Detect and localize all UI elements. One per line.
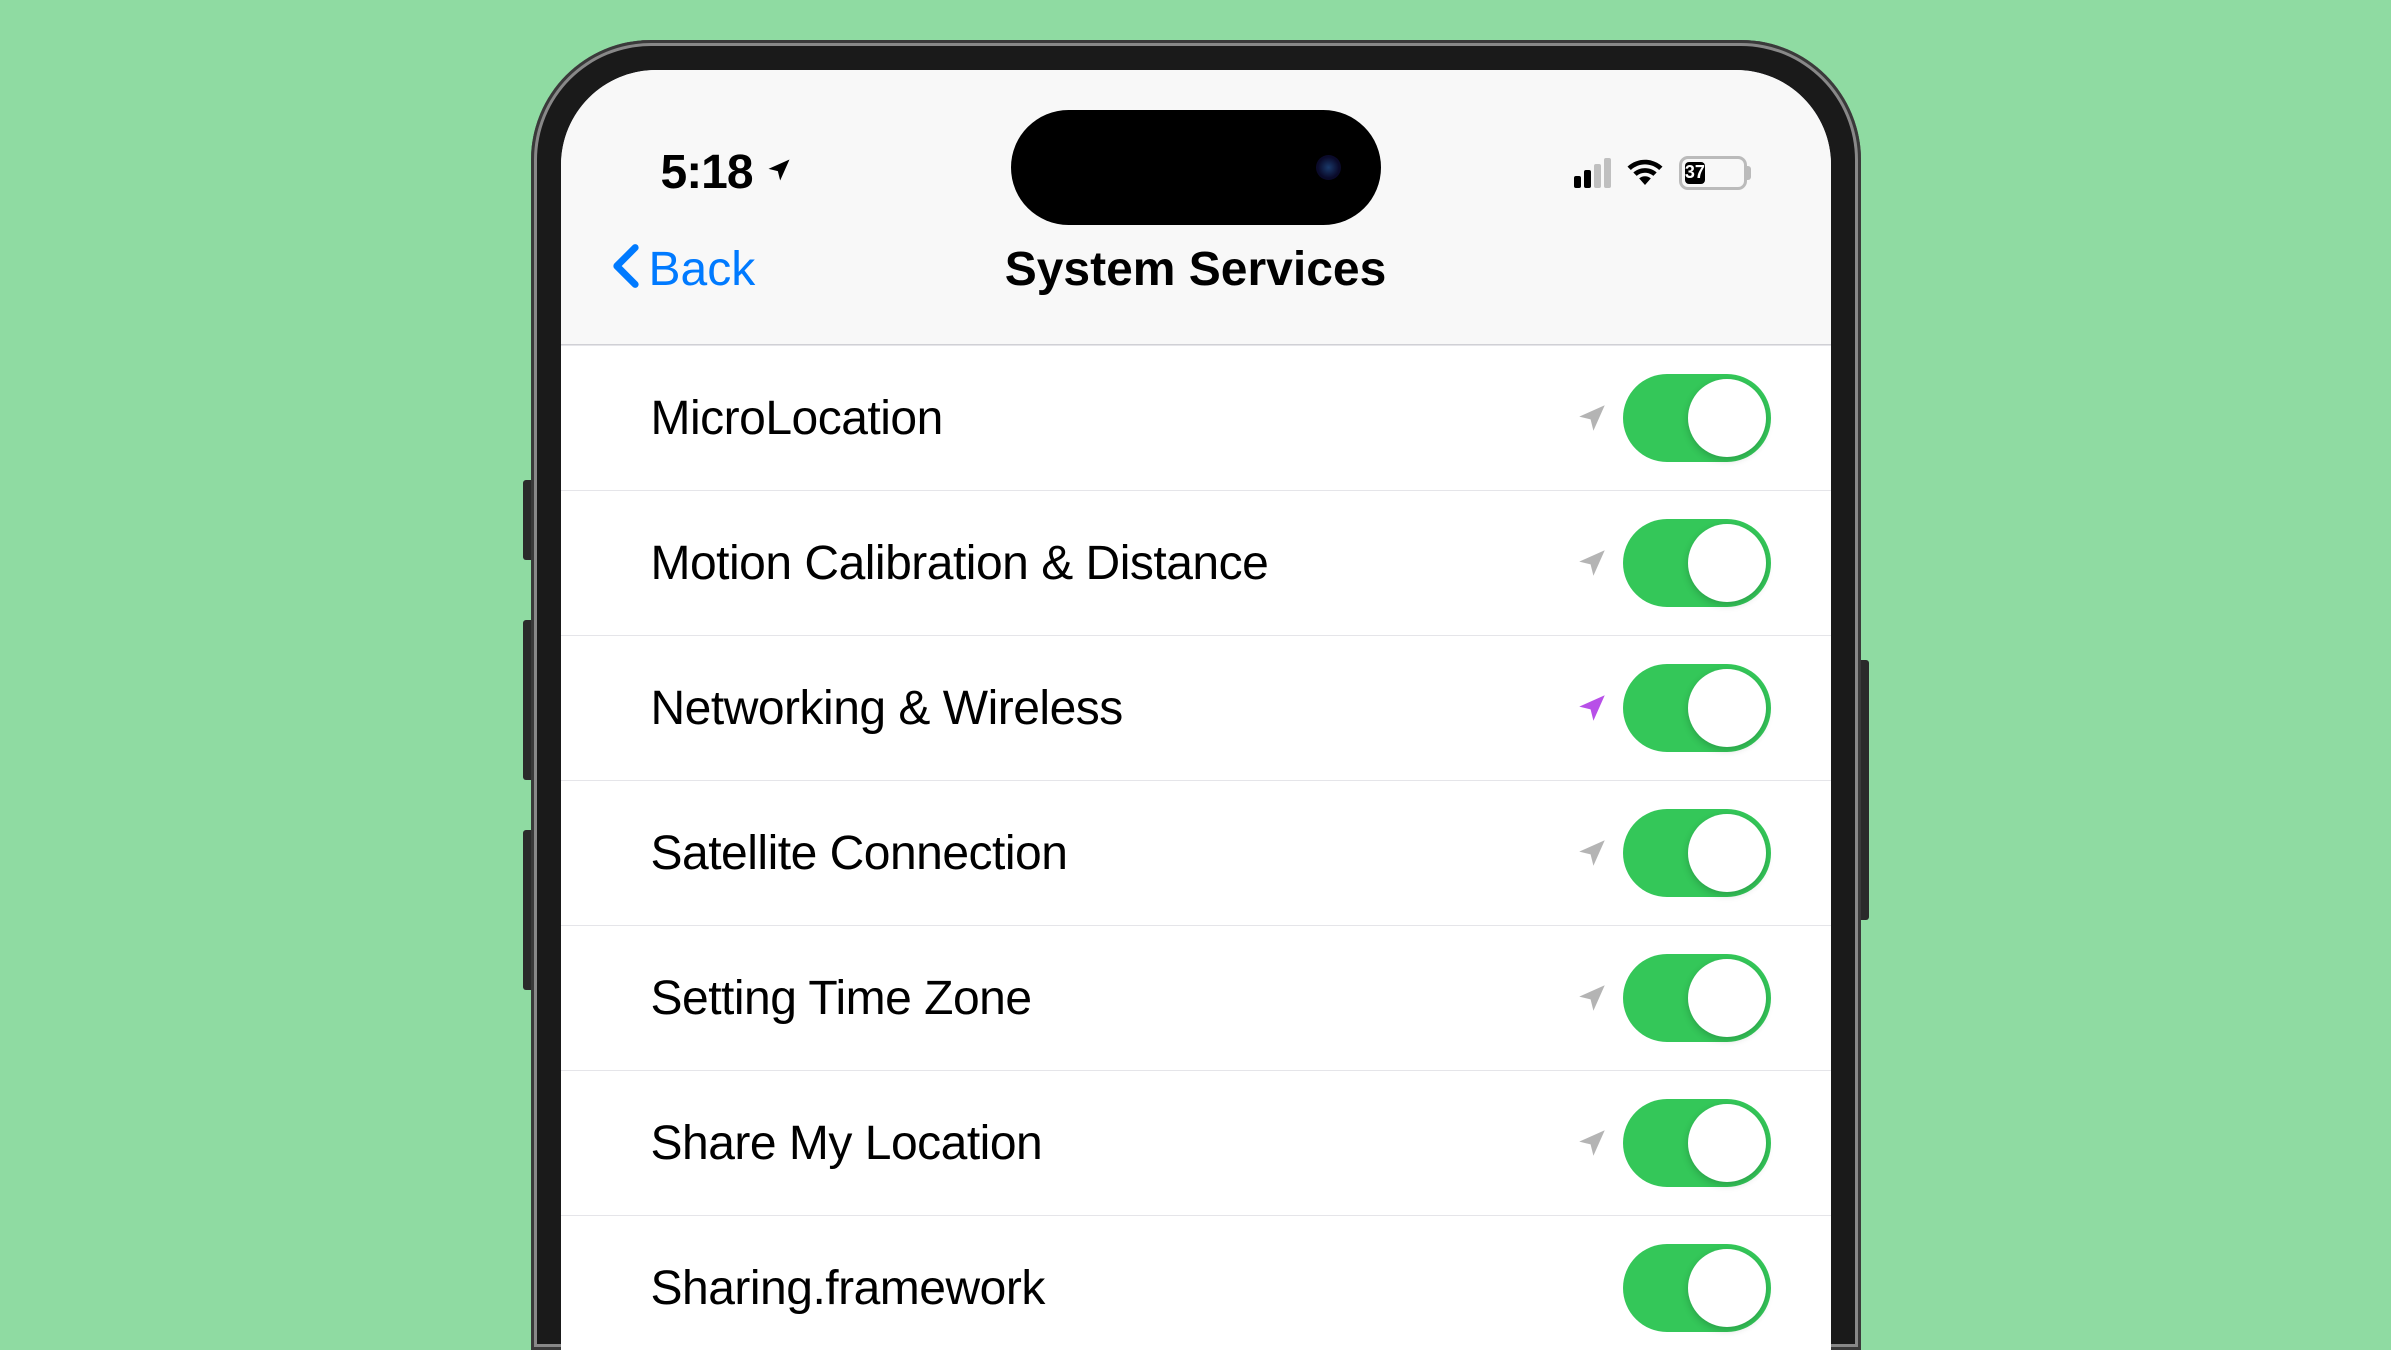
setting-controls bbox=[1575, 374, 1771, 462]
setting-controls bbox=[1575, 954, 1771, 1042]
setting-label: Setting Time Zone bbox=[651, 971, 1032, 1026]
location-arrow-icon bbox=[1575, 836, 1609, 870]
setting-controls bbox=[1575, 1099, 1771, 1187]
phone-screen: 5:18 37 bbox=[561, 70, 1831, 1350]
settings-list: MicroLocation Motion Calibration & Distan… bbox=[561, 345, 1831, 1350]
setting-toggle[interactable] bbox=[1623, 374, 1771, 462]
volume-down-button bbox=[523, 830, 531, 990]
mute-switch bbox=[523, 480, 531, 560]
location-arrow-icon bbox=[1575, 401, 1609, 435]
battery-level: 37 bbox=[1685, 162, 1705, 183]
setting-toggle[interactable] bbox=[1623, 519, 1771, 607]
setting-toggle[interactable] bbox=[1623, 1099, 1771, 1187]
setting-row: Setting Time Zone bbox=[561, 926, 1831, 1071]
status-time: 5:18 bbox=[661, 145, 753, 200]
setting-controls bbox=[1623, 1244, 1771, 1332]
front-camera bbox=[1316, 155, 1341, 180]
setting-controls bbox=[1575, 519, 1771, 607]
setting-row: Sharing.framework bbox=[561, 1216, 1831, 1350]
setting-label: Networking & Wireless bbox=[651, 681, 1123, 736]
toggle-knob bbox=[1688, 959, 1766, 1037]
setting-controls bbox=[1575, 809, 1771, 897]
location-arrow-icon bbox=[1575, 1126, 1609, 1160]
setting-row: Networking & Wireless bbox=[561, 636, 1831, 781]
back-button[interactable]: Back bbox=[611, 237, 756, 302]
toggle-knob bbox=[1688, 1249, 1766, 1327]
setting-label: Sharing.framework bbox=[651, 1261, 1045, 1316]
phone-frame: 5:18 37 bbox=[531, 40, 1861, 1350]
back-label: Back bbox=[649, 242, 756, 297]
toggle-knob bbox=[1688, 814, 1766, 892]
setting-label: Satellite Connection bbox=[651, 826, 1068, 881]
battery-indicator: 37 bbox=[1679, 156, 1751, 190]
setting-label: MicroLocation bbox=[651, 391, 943, 446]
toggle-knob bbox=[1688, 669, 1766, 747]
setting-label: Motion Calibration & Distance bbox=[651, 536, 1269, 591]
wifi-icon bbox=[1625, 155, 1665, 190]
status-bar-left: 5:18 bbox=[661, 145, 793, 200]
status-bar-right: 37 bbox=[1574, 155, 1751, 190]
location-indicator-icon bbox=[765, 156, 793, 189]
toggle-knob bbox=[1688, 379, 1766, 457]
toggle-knob bbox=[1688, 524, 1766, 602]
setting-row: MicroLocation bbox=[561, 345, 1831, 491]
chevron-left-icon bbox=[611, 237, 641, 302]
navigation-bar: Back System Services bbox=[561, 230, 1831, 345]
setting-label: Share My Location bbox=[651, 1116, 1043, 1171]
setting-row: Satellite Connection bbox=[561, 781, 1831, 926]
cellular-signal-icon bbox=[1574, 158, 1611, 188]
location-arrow-icon bbox=[1575, 691, 1609, 725]
toggle-knob bbox=[1688, 1104, 1766, 1182]
power-button bbox=[1861, 660, 1869, 920]
setting-row: Motion Calibration & Distance bbox=[561, 491, 1831, 636]
setting-toggle[interactable] bbox=[1623, 954, 1771, 1042]
dynamic-island bbox=[1011, 110, 1381, 225]
volume-up-button bbox=[523, 620, 531, 780]
setting-toggle[interactable] bbox=[1623, 664, 1771, 752]
location-arrow-icon bbox=[1575, 981, 1609, 1015]
setting-toggle[interactable] bbox=[1623, 1244, 1771, 1332]
setting-toggle[interactable] bbox=[1623, 809, 1771, 897]
location-arrow-icon bbox=[1575, 546, 1609, 580]
setting-row: Share My Location bbox=[561, 1071, 1831, 1216]
setting-controls bbox=[1575, 664, 1771, 752]
